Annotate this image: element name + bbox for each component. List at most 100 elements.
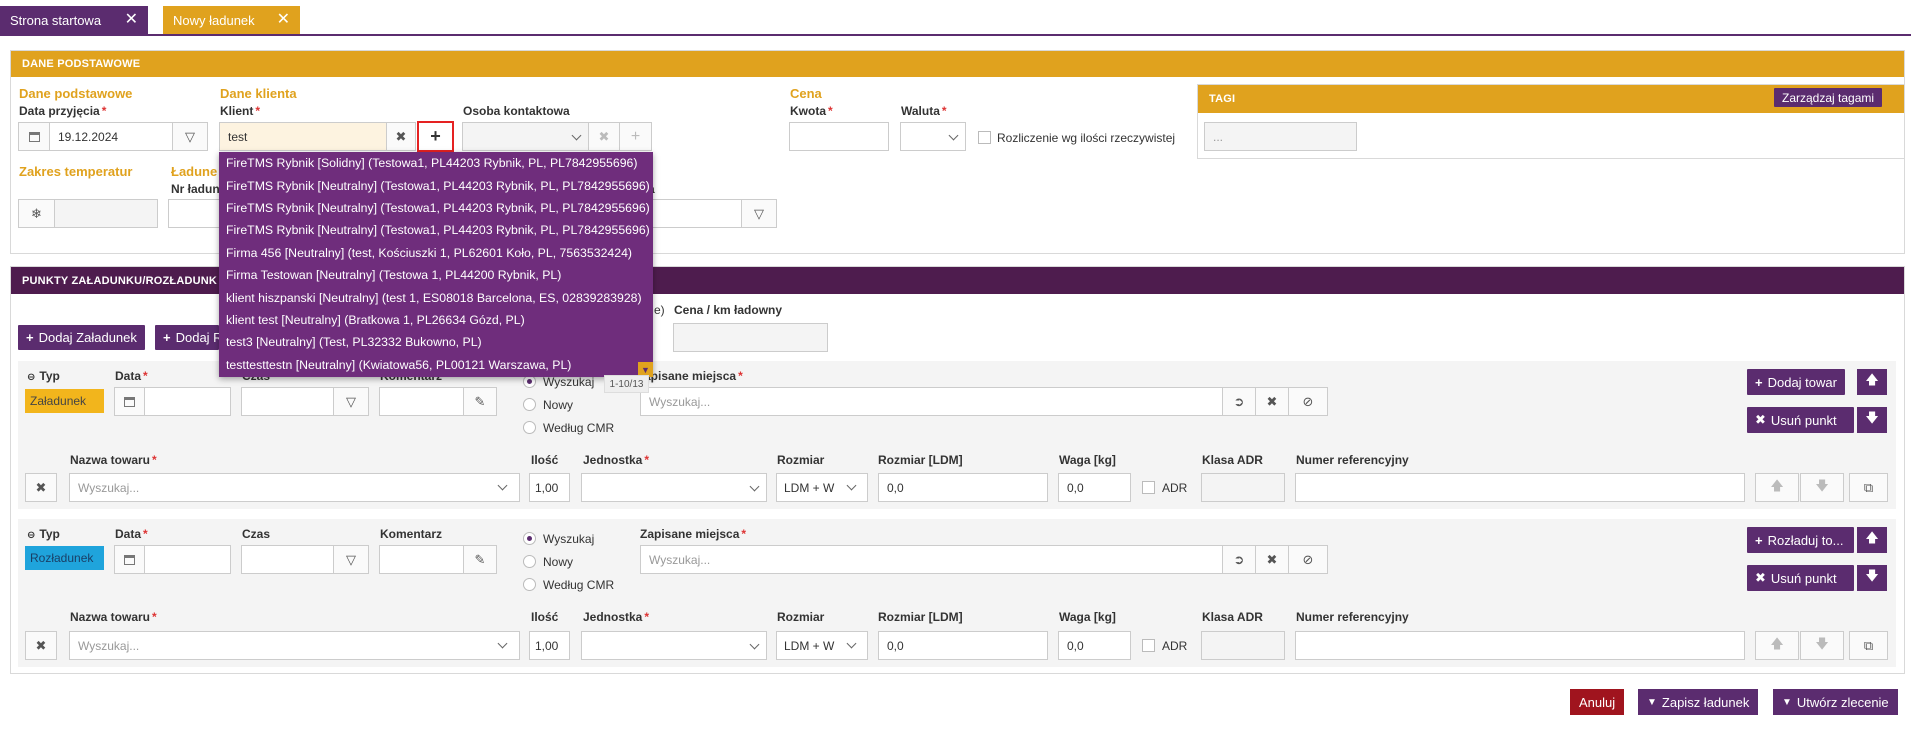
- radio-new[interactable]: [523, 555, 536, 568]
- calendar-icon[interactable]: [114, 387, 145, 416]
- manage-tags-button[interactable]: Zarządzaj tagami: [1774, 88, 1883, 107]
- goods-up-button[interactable]: 🡅: [1755, 473, 1799, 502]
- comment-input[interactable]: [379, 545, 464, 574]
- client-option[interactable]: FireTMS Rybnik [Solidny] (Testowa1, PL44…: [219, 152, 653, 174]
- date-input[interactable]: 19.12.2024: [49, 122, 173, 151]
- collapse-icon[interactable]: ⊖: [27, 372, 35, 383]
- ref-no-input[interactable]: [1295, 473, 1745, 502]
- go-button[interactable]: ➲: [1222, 545, 1256, 574]
- client-input[interactable]: test: [219, 122, 387, 151]
- add-client-button[interactable]: +: [417, 121, 454, 152]
- client-option[interactable]: FireTMS Rybnik [Neutralny] (Testowa1, PL…: [219, 219, 653, 241]
- client-autocomplete-list: FireTMS Rybnik [Solidny] (Testowa1, PL44…: [219, 152, 653, 377]
- comment-input[interactable]: [379, 387, 464, 416]
- weight-input[interactable]: 0,0: [1058, 473, 1131, 502]
- calendar-icon[interactable]: [114, 545, 145, 574]
- ldm-input[interactable]: 0,0: [878, 473, 1048, 502]
- ldm-input[interactable]: 0,0: [878, 631, 1048, 660]
- ref-no-input[interactable]: [1295, 631, 1745, 660]
- client-option[interactable]: klient hiszpanski [Neutralny] (test 1, E…: [219, 286, 653, 308]
- clear-place-button[interactable]: ✖: [1255, 387, 1289, 416]
- price-km-input[interactable]: [673, 323, 828, 352]
- client-option[interactable]: klient test [Neutralny] (Bratkowa 1, PL2…: [219, 309, 653, 331]
- calendar-icon[interactable]: [18, 122, 50, 151]
- save-load-button[interactable]: ▼ Zapisz ładunek: [1638, 689, 1759, 715]
- goods-down-button[interactable]: 🡇: [1800, 631, 1844, 660]
- radio-new[interactable]: [523, 398, 536, 411]
- compass-button[interactable]: ⊘: [1288, 545, 1328, 574]
- time-filter-button[interactable]: ▽: [333, 545, 369, 574]
- tab-new-load[interactable]: Nowy ładunek ✕: [163, 6, 300, 34]
- goods-down-button[interactable]: 🡇: [1800, 473, 1844, 502]
- temperature-input[interactable]: [54, 199, 158, 228]
- clear-place-button[interactable]: ✖: [1255, 545, 1289, 574]
- stop-date-input[interactable]: [144, 545, 231, 574]
- tab-home[interactable]: Strona startowa ✕: [0, 6, 148, 34]
- radio-cmr[interactable]: [523, 578, 536, 591]
- client-option[interactable]: Firma 456 [Neutralny] (test, Kościuszki …: [219, 242, 653, 264]
- stop-date-input[interactable]: [144, 387, 231, 416]
- clear-client-button[interactable]: ✖: [386, 122, 416, 151]
- copy-goods-button[interactable]: ⧉: [1849, 631, 1888, 660]
- client-option[interactable]: FireTMS Rybnik [Neutralny] (Testowa1, PL…: [219, 197, 653, 219]
- settlement-checkbox[interactable]: [978, 131, 991, 144]
- move-up-button[interactable]: 🡅: [1857, 369, 1887, 395]
- remove-goods-button[interactable]: ✖: [25, 473, 57, 502]
- filter-button[interactable]: ▽: [172, 122, 208, 151]
- add-contact-button[interactable]: +: [619, 122, 652, 151]
- radio-cmr[interactable]: [523, 421, 536, 434]
- add-loading-button[interactable]: + Dodaj Załadunek: [18, 325, 145, 350]
- close-icon[interactable]: ✕: [277, 12, 290, 28]
- goods-name-select[interactable]: Wyszukaj...: [69, 631, 520, 660]
- close-icon[interactable]: ✕: [125, 12, 138, 28]
- tags-input[interactable]: ...: [1204, 122, 1357, 151]
- remove-point-button[interactable]: ✖ Usuń punkt: [1747, 407, 1854, 433]
- collapse-icon[interactable]: ⊖: [27, 530, 35, 541]
- unit-select[interactable]: [581, 473, 767, 502]
- client-option[interactable]: Firma Testowan [Neutralny] (Testowa 1, P…: [219, 264, 653, 286]
- compass-button[interactable]: ⊘: [1288, 387, 1328, 416]
- weight-input[interactable]: 0,0: [1058, 631, 1131, 660]
- add-unloading-button[interactable]: + Dodaj R: [155, 325, 219, 350]
- copy-goods-button[interactable]: ⧉: [1849, 473, 1888, 502]
- adr-checkbox[interactable]: [1142, 481, 1155, 494]
- currency-select[interactable]: [900, 122, 966, 151]
- remove-point-button[interactable]: ✖ Usuń punkt: [1747, 565, 1854, 591]
- move-down-button[interactable]: 🡇: [1857, 407, 1887, 433]
- radio-search-label: Wyszukaj: [543, 375, 595, 389]
- contact-select[interactable]: [462, 122, 589, 151]
- clear-contact-button[interactable]: ✖: [588, 122, 620, 151]
- section-load: Ładune: [171, 164, 218, 179]
- amount-input[interactable]: [789, 122, 889, 151]
- edit-comment-button[interactable]: ✎: [463, 387, 497, 416]
- time-filter-button[interactable]: ▽: [333, 387, 369, 416]
- quantity-input[interactable]: 1,00: [529, 631, 570, 660]
- client-option[interactable]: FireTMS Rybnik [Neutralny] (Testowa1, PL…: [219, 174, 653, 196]
- radio-search[interactable]: [523, 532, 536, 545]
- snowflake-icon[interactable]: ❄: [18, 199, 55, 228]
- unit-select[interactable]: [581, 631, 767, 660]
- saved-places-input[interactable]: Wyszukaj...: [640, 545, 1223, 574]
- client-option[interactable]: testtesttestn [Neutralny] (Kwiatowa56, P…: [219, 354, 653, 376]
- unload-goods-button[interactable]: + Rozładuj to...: [1747, 527, 1854, 553]
- go-button[interactable]: ➲: [1222, 387, 1256, 416]
- goods-up-button[interactable]: 🡅: [1755, 631, 1799, 660]
- time-input[interactable]: [241, 387, 334, 416]
- adr-class-input[interactable]: [1201, 473, 1285, 502]
- create-order-button[interactable]: ▼ Utwórz zlecenie: [1773, 689, 1898, 715]
- order-filter-button[interactable]: ▽: [741, 199, 777, 228]
- quantity-input[interactable]: 1,00: [529, 473, 570, 502]
- saved-places-input[interactable]: Wyszukaj...: [640, 387, 1223, 416]
- plus-icon: +: [630, 127, 641, 145]
- client-option[interactable]: test3 [Neutralny] (Test, PL32332 Bukowno…: [219, 331, 653, 353]
- adr-class-input[interactable]: [1201, 631, 1285, 660]
- move-up-button[interactable]: 🡅: [1857, 527, 1887, 553]
- add-goods-button[interactable]: + Dodaj towar: [1747, 369, 1845, 395]
- time-input[interactable]: [241, 545, 334, 574]
- goods-name-select[interactable]: Wyszukaj...: [69, 473, 520, 502]
- move-down-button[interactable]: 🡇: [1857, 565, 1887, 591]
- remove-goods-button[interactable]: ✖: [25, 631, 57, 660]
- edit-comment-button[interactable]: ✎: [463, 545, 497, 574]
- cancel-button[interactable]: Anuluj: [1570, 689, 1625, 715]
- adr-checkbox[interactable]: [1142, 639, 1155, 652]
